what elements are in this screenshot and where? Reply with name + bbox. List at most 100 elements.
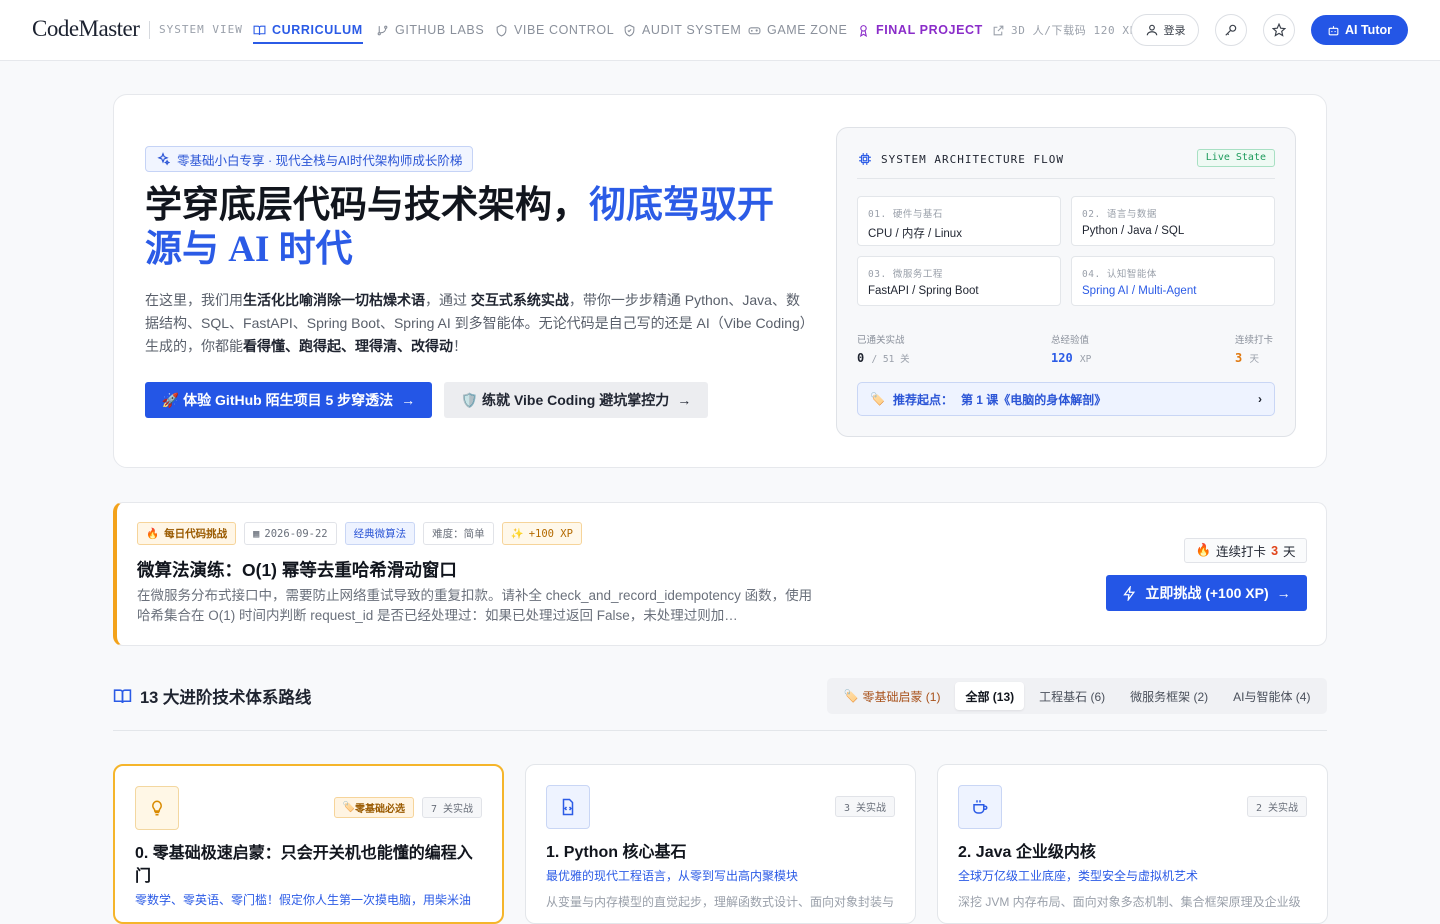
stat-unit: 天 [1249, 354, 1259, 365]
course-icon-box [546, 785, 590, 829]
nav-label: CURRICULUM [272, 23, 363, 37]
github-five-step-button[interactable]: 🚀 体验 GitHub 陌生项目 5 步穿透法 → [145, 382, 432, 418]
start-challenge-button[interactable]: 立即挑战 (+100 XP) → [1106, 575, 1307, 611]
arch-cell-microservice: 03. 微服务工程 FastAPI / Spring Boot [857, 256, 1061, 306]
nav-label: GAME ZONE [767, 23, 848, 37]
logo[interactable]: CodeMaster [32, 16, 140, 42]
desc-text: 在这里，我们用 [145, 292, 243, 308]
vibe-coding-button[interactable]: 🛡️ 练就 Vibe Coding 避坑掌控力 → [444, 382, 708, 418]
hero-tagline: 零基础小白专享 · 现代全栈与AI时代架构师成长阶梯 [145, 146, 474, 172]
tab-microservice[interactable]: 微服务框架 (2) [1120, 682, 1218, 710]
arch-cell-language: 02. 语言与数据 Python / Java / SQL [1071, 196, 1275, 246]
nav-vibe-control[interactable]: VIBE CONTROL [495, 0, 614, 60]
recommend-label: 推荐起点： [892, 392, 953, 407]
login-button[interactable]: 登录 [1131, 14, 1199, 46]
recommend-value: 第 1 课《电脑的身体解剖》 [960, 392, 1107, 407]
cta-label: 🚀 体验 GitHub 陌生项目 5 步穿透法 [161, 392, 394, 408]
tagline-text: 零基础小白专享 · 现代全栈与AI时代架构师成长阶梯 [177, 153, 463, 168]
stat-unit: XP [1079, 354, 1092, 365]
stat-label: 总经验值 [1051, 335, 1090, 346]
key-button[interactable] [1215, 14, 1247, 46]
cell-value: CPU / 内存 / Linux [868, 228, 962, 240]
chip-text: 每日代码挑战 [164, 528, 228, 540]
streak-label: 连续打卡 [1216, 545, 1267, 559]
course-description: 深挖 JVM 内存布局、面向对象多态机制、集合框架原理及企业级 [958, 895, 1301, 909]
daily-challenge-badge: 🔥 每日代码挑战 [137, 522, 237, 545]
sparkle-icon: ✨ [510, 528, 524, 540]
tab-label: 微服务框架 (2) [1130, 689, 1209, 704]
course-card[interactable]: 3 关实战 1. Python 核心基石 最优雅的现代工程语言，从零到写出高内聚… [525, 764, 916, 924]
roadmap-filter-tabs: 🏷️ 零基础启蒙 (1) 全部 (13) 工程基石 (6) 微服务框架 (2) A… [827, 678, 1327, 714]
user-icon [1146, 24, 1157, 36]
cell-key: 01. 硬件与基石 [868, 209, 943, 220]
sparkles-icon [157, 152, 170, 166]
cell-key: 02. 语言与数据 [1082, 209, 1157, 220]
hero-description: 在这里，我们用生活化比喻消除一切枯燥术语，通过 交互式系统实战，带你一步步精通 … [145, 289, 811, 358]
course-subtitle: 最优雅的现代工程语言，从零到写出高内聚模块 [546, 869, 799, 883]
tab-engineering[interactable]: 工程基石 (6) [1029, 682, 1115, 710]
award-icon [859, 24, 868, 37]
nav-label: GITHUB LABS [395, 23, 485, 37]
arch-cell-hardware: 01. 硬件与基石 CPU / 内存 / Linux [857, 196, 1061, 246]
go-label: 立即挑战 (+100 XP) [1145, 585, 1269, 601]
roadmap-title-text: 13 大进阶技术体系路线 [140, 689, 312, 707]
stat-cleared: 已通关实战 0 / 51 关 [857, 332, 910, 365]
course-subtitle: 全球万亿级工业底座，类型安全与虚拟机艺术 [958, 869, 1199, 883]
cell-value: Spring AI / Multi-Agent [1082, 285, 1197, 297]
nav-github-labs[interactable]: GITHUB LABS [376, 0, 484, 60]
desc-bold: 看得懂、跑得起、理得清、改得动 [243, 338, 453, 354]
stat-value: 3 [1235, 351, 1243, 365]
course-title: 0. 零基础极速启蒙：只会开关机也能懂的编程入门 [135, 845, 473, 885]
arch-cell-agent: 04. 认知智能体 Spring AI / Multi-Agent [1071, 256, 1275, 306]
cpu-icon [859, 153, 871, 165]
badge-text: 零基础必选 [354, 804, 405, 815]
streak-badge: 🔥 连续打卡 3 天 [1184, 538, 1307, 563]
course-card[interactable]: 2 关实战 2. Java 企业级内核 全球万亿级工业底座，类型安全与虚拟机艺术… [937, 764, 1328, 924]
stat-xp: 总经验值 120 XP [1051, 332, 1091, 365]
chip-text: 2026-09-22 [264, 527, 328, 540]
ai-tutor-button[interactable]: AI Tutor [1311, 15, 1408, 45]
arrow-right-icon: → [401, 392, 416, 408]
course-title: 2. Java 企业级内核 [958, 844, 1096, 861]
file-code-icon [562, 798, 574, 816]
desc-bold: 生活化比喻消除一切枯燥术语 [243, 292, 425, 308]
hero-title-main: 学穿底层代码与技术架构， [145, 185, 589, 226]
git-branch-icon [377, 25, 388, 35]
cell-value: FastAPI / Spring Boot [868, 285, 979, 297]
xp-indicator: 3D 人/下载码 120 XP [992, 0, 1137, 60]
nav-audit-system[interactable]: AUDIT SYSTEM [623, 0, 741, 60]
streak-unit: 天 [1283, 545, 1296, 559]
stat-label: 连续打卡 [1235, 335, 1274, 346]
tab-label: AI与智能体 (4) [1233, 689, 1311, 704]
tab-label: 工程基石 (6) [1039, 689, 1106, 704]
desc-text: ！ [453, 338, 467, 354]
tab-all[interactable]: 全部 (13) [955, 682, 1025, 710]
date-badge: ▦ 2026-09-22 [244, 522, 337, 545]
must-badge: 🏷️ 零基础必选 [333, 797, 414, 818]
nav-label: VIBE CONTROL [514, 23, 615, 37]
course-icon-box [958, 785, 1002, 829]
tab-beginner[interactable]: 🏷️ 零基础启蒙 (1) [833, 682, 950, 710]
course-description: 从变量与内存模型的直觉起步，理解函数式设计、面向对象封装与 [546, 895, 895, 909]
streak-value: 3 [1271, 543, 1279, 558]
favorite-button[interactable] [1263, 14, 1295, 46]
architecture-title: SYSTEM ARCHITECTURE FLOW [858, 152, 1064, 166]
tab-ai-agent[interactable]: AI与智能体 (4) [1223, 682, 1320, 710]
desc-bold: 交互式系统实战 [470, 292, 569, 308]
architecture-title-text: SYSTEM ARCHITECTURE FLOW [881, 152, 1064, 166]
nav-final-project[interactable]: FINAL PROJECT [857, 0, 983, 60]
calendar-icon: ▦ [253, 527, 260, 540]
nav-game-zone[interactable]: GAME ZONE [748, 0, 847, 60]
stat-streak: 连续打卡 3 天 [1235, 332, 1273, 365]
course-title: 1. Python 核心基石 [546, 844, 687, 861]
cell-value: Python / Java / SQL [1082, 225, 1185, 237]
gamepad-icon [748, 26, 761, 34]
course-card[interactable]: 🏷️ 零基础必选 7 关实战 0. 零基础极速启蒙：只会开关机也能懂的编程入门 零… [113, 764, 504, 924]
recommended-start-link[interactable]: 🏷️ 推荐起点： 第 1 课《电脑的身体解剖》 › [857, 382, 1275, 416]
roadmap-title: 13 大进阶技术体系路线 [113, 684, 311, 708]
levels-badge: 3 关实战 [834, 796, 895, 817]
cell-key: 04. 认知智能体 [1082, 269, 1157, 280]
nav-curriculum[interactable]: CURRICULUM [253, 0, 363, 60]
tab-label: 全部 (13) [965, 689, 1015, 704]
system-view-label: SYSTEM VIEW [149, 21, 243, 39]
